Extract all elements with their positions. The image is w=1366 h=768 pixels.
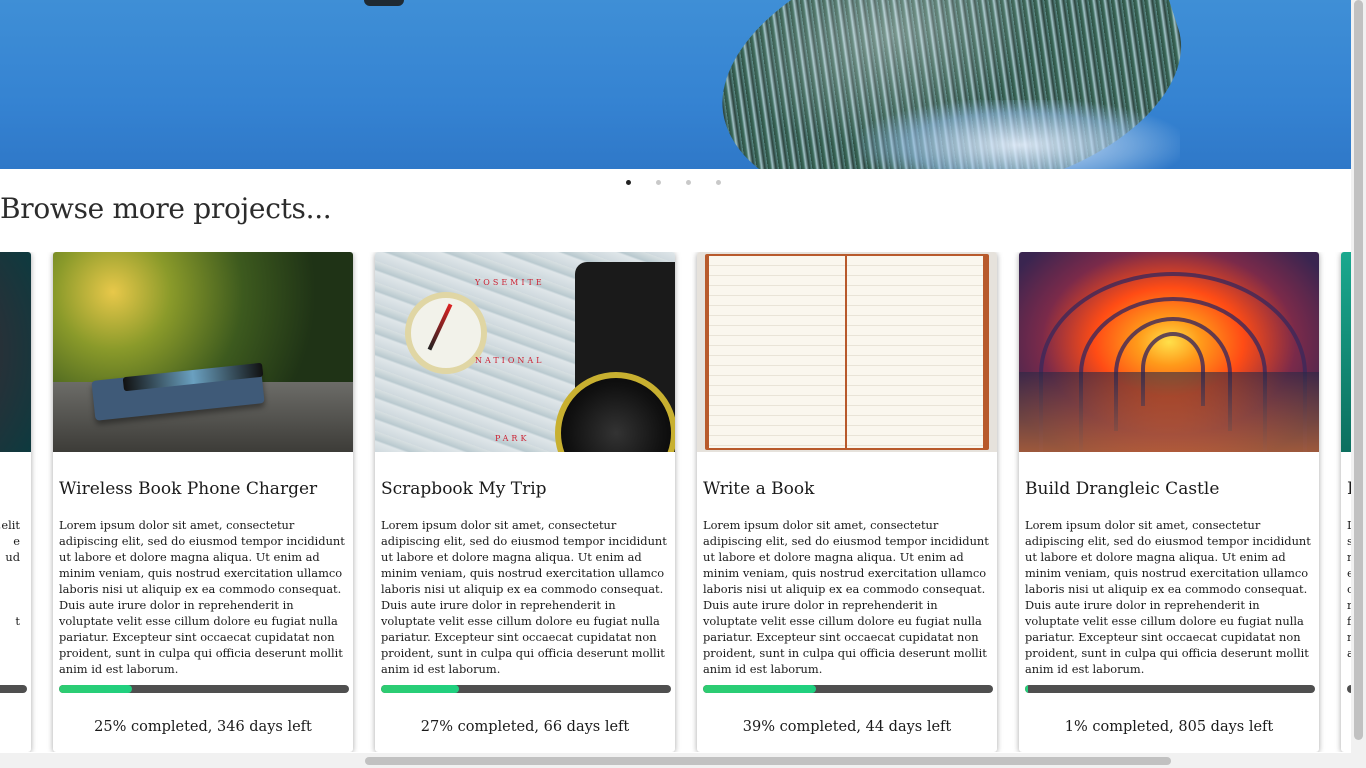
project-card[interactable]: YOSEMITE NATIONAL PARK Scrapbook My Trip… (375, 252, 675, 752)
carousel-dot-3[interactable] (686, 180, 691, 185)
project-description: Lorem ipsum dolor sit amet, consectetur … (381, 518, 667, 676)
vertical-scrollbar[interactable] (1351, 0, 1366, 768)
water-splash (860, 100, 1180, 169)
horizontal-scrollbar-thumb[interactable] (365, 757, 1171, 765)
project-image: YOSEMITE NATIONAL PARK (375, 252, 675, 452)
bird-silhouette (364, 0, 404, 6)
project-card-list[interactable]: elit, e ud t Wireless Book Phone Charger… (0, 252, 1351, 752)
project-description: Lorem ipsum dolor sit amet, consectetur … (703, 518, 989, 676)
progress-bar (703, 685, 993, 693)
project-image (1341, 252, 1351, 452)
horizontal-scrollbar[interactable] (0, 753, 1351, 768)
project-image (0, 252, 31, 452)
project-status: 25% completed, 346 days left (94, 719, 312, 735)
partial-description: elit, e ud t (0, 518, 20, 628)
progress-bar (59, 685, 349, 693)
vertical-scrollbar-thumb[interactable] (1354, 0, 1363, 740)
project-description: Lorem ipsum dolor sit amet, consectetur … (1025, 518, 1311, 676)
progress-bar (1025, 685, 1315, 693)
carousel-slide-image[interactable] (0, 0, 1351, 169)
project-card[interactable]: Write a Book Lorem ipsum dolor sit amet,… (697, 252, 997, 752)
project-status: 27% completed, 66 days left (420, 719, 630, 735)
progress-bar (0, 685, 27, 693)
project-card[interactable]: Wireless Book Phone Charger Lorem ipsum … (53, 252, 353, 752)
project-title[interactable]: Write a Book (703, 479, 814, 499)
project-image (697, 252, 997, 452)
project-description: Lorem ipsum dolor sit amet, consectetur … (59, 518, 345, 676)
project-title[interactable]: Wireless Book Phone Charger (59, 479, 317, 499)
project-card[interactable]: Build Drangleic Castle Lorem ipsum dolor… (1019, 252, 1319, 752)
project-image (1019, 252, 1319, 452)
section-title: Browse more projects... (0, 192, 332, 225)
progress-bar (381, 685, 671, 693)
project-title[interactable]: Scrapbook My Trip (381, 479, 547, 499)
carousel-dot-1[interactable] (626, 180, 631, 185)
carousel-indicators (626, 180, 721, 185)
carousel-dot-2[interactable] (656, 180, 661, 185)
project-card-partial-left[interactable]: elit, e ud t (0, 252, 31, 752)
project-title[interactable]: Build Drangleic Castle (1025, 479, 1219, 499)
project-status: 1% completed, 805 days left (1064, 719, 1274, 735)
project-status: 39% completed, 44 days left (742, 719, 952, 735)
project-card-partial-right[interactable]: F L s n e c r f n a (1341, 252, 1351, 752)
carousel-dot-4[interactable] (716, 180, 721, 185)
project-image (53, 252, 353, 452)
